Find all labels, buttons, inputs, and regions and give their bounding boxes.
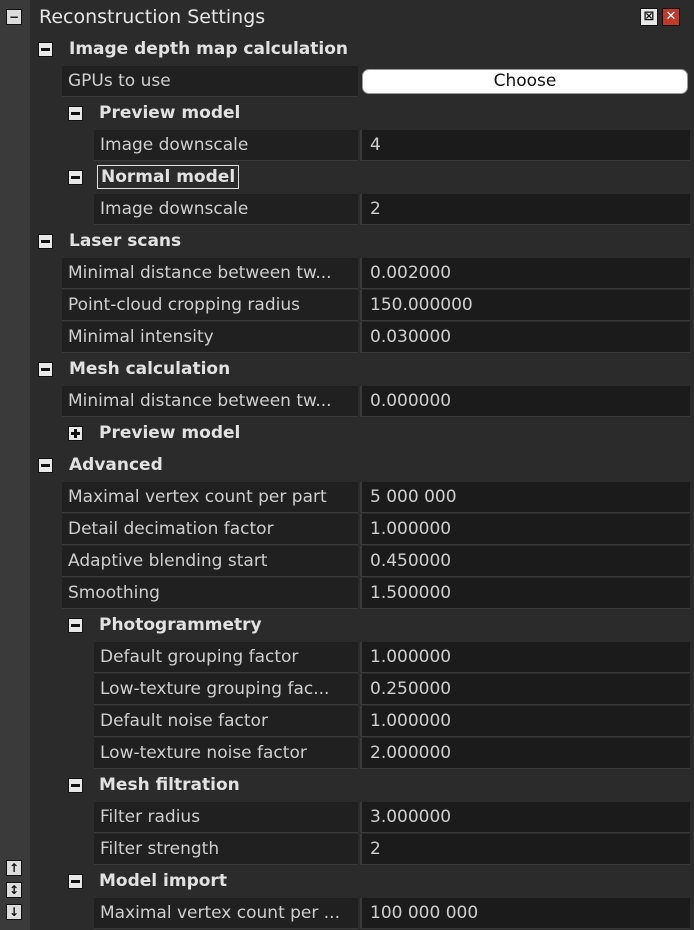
property-row: Smoothing 1.500000 <box>30 578 691 609</box>
property-name: Minimal distance between tw... <box>62 258 358 289</box>
property-value-field[interactable]: 1.000000 <box>360 514 690 545</box>
property-name: Maximal vertex count per part <box>62 482 358 513</box>
property-name: Image downscale <box>94 130 358 161</box>
property-name: Filter radius <box>94 802 358 833</box>
property-value-field[interactable]: 1.000000 <box>360 642 690 673</box>
property-row: Minimal distance between tw... 0.002000 <box>30 258 691 289</box>
group-label[interactable]: Preview model <box>99 103 240 123</box>
group-label[interactable]: Model import <box>99 871 227 891</box>
group-label[interactable]: Mesh filtration <box>99 775 240 795</box>
group-row: Laser scans <box>30 226 691 257</box>
collapse-icon[interactable] <box>38 458 53 473</box>
expand-icon[interactable] <box>68 426 83 441</box>
property-row: Default grouping factor 1.000000 <box>30 642 691 673</box>
dock-top-icon[interactable]: ↑ <box>6 860 22 876</box>
property-row: Filter strength 2 <box>30 834 691 865</box>
property-row: Adaptive blending start 0.450000 <box>30 546 691 577</box>
group-label[interactable]: Advanced <box>69 455 163 475</box>
property-value-field[interactable]: 1.500000 <box>360 578 690 609</box>
property-value-field[interactable]: 3.000000 <box>360 802 690 833</box>
property-name: Smoothing <box>62 578 358 609</box>
property-name: Low-texture noise factor <box>94 738 358 769</box>
property-value-field[interactable]: 2 <box>360 194 690 225</box>
property-row: Minimal distance between tw... 0.000000 <box>30 386 691 417</box>
dock-middle-icon[interactable]: ↕ <box>6 882 22 898</box>
group-label[interactable]: Preview model <box>99 423 240 443</box>
property-value-field[interactable]: 2.000000 <box>360 738 690 769</box>
property-name: Low-texture grouping fac... <box>94 674 358 705</box>
group-label[interactable]: Image depth map calculation <box>69 39 348 59</box>
group-row: Mesh calculation <box>30 354 691 385</box>
property-value-field[interactable]: 4 <box>360 130 690 161</box>
property-name: Image downscale <box>94 194 358 225</box>
property-row: Image downscale 4 <box>30 130 691 161</box>
property-value-field[interactable]: 0.450000 <box>360 546 690 577</box>
property-value-field[interactable]: 2 <box>360 834 690 865</box>
group-label[interactable]: Laser scans <box>69 231 181 251</box>
group-row: Normal model <box>30 162 691 193</box>
property-row: Filter radius 3.000000 <box>30 802 691 833</box>
panel-titlebar: Reconstruction Settings ⊠ ✕ <box>30 0 691 34</box>
property-row: Minimal intensity 0.030000 <box>30 322 691 353</box>
property-row: Low-texture noise factor 2.000000 <box>30 738 691 769</box>
property-name: Adaptive blending start <box>62 546 358 577</box>
collapse-icon[interactable] <box>38 362 53 377</box>
gpu-select-row: GPUs to use Choose <box>30 66 691 97</box>
group-row: Preview model <box>30 98 691 129</box>
choose-gpus-button[interactable]: Choose <box>362 69 688 94</box>
property-row: Detail decimation factor 1.000000 <box>30 514 691 545</box>
property-name: GPUs to use <box>62 66 358 97</box>
property-value-field[interactable]: 100 000 000 <box>360 898 690 929</box>
group-row: Mesh filtration <box>30 770 691 801</box>
property-row: Default noise factor 1.000000 <box>30 706 691 737</box>
property-row: Low-texture grouping fac... 0.250000 <box>30 674 691 705</box>
group-row: Image depth map calculation <box>30 34 691 65</box>
collapse-icon[interactable] <box>38 42 53 57</box>
property-name: Filter strength <box>94 834 358 865</box>
dock-strip: − ↑ ↕ ↓ <box>0 0 31 930</box>
group-row: Model import <box>30 866 691 897</box>
property-name: Default noise factor <box>94 706 358 737</box>
collapse-icon[interactable] <box>68 618 83 633</box>
collapse-panel-icon[interactable]: − <box>6 9 22 25</box>
property-name: Point-cloud cropping radius <box>62 290 358 321</box>
property-row: Point-cloud cropping radius 150.000000 <box>30 290 691 321</box>
property-value-field[interactable]: 0.250000 <box>360 674 690 705</box>
panel-title: Reconstruction Settings <box>39 6 266 28</box>
collapse-icon[interactable] <box>38 234 53 249</box>
property-row: Maximal vertex count per part 5 000 000 <box>30 482 691 513</box>
property-name: Detail decimation factor <box>62 514 358 545</box>
property-name: Maximal vertex count per ... <box>94 898 358 929</box>
group-row: Photogrammetry <box>30 610 691 641</box>
property-value-field[interactable]: 5 000 000 <box>360 482 690 513</box>
group-label[interactable]: Normal model <box>96 165 240 189</box>
restore-float-icon[interactable]: ⊠ <box>640 8 658 26</box>
property-value-field[interactable]: 1.000000 <box>360 706 690 737</box>
collapse-icon[interactable] <box>68 874 83 889</box>
property-name: Minimal distance between tw... <box>62 386 358 417</box>
close-icon[interactable]: ✕ <box>662 8 680 26</box>
collapse-icon[interactable] <box>68 106 83 121</box>
group-row: Preview model <box>30 418 691 449</box>
collapse-icon[interactable] <box>68 778 83 793</box>
property-row: Maximal vertex count per ... 100 000 000 <box>30 898 691 929</box>
dock-bottom-icon[interactable]: ↓ <box>6 904 22 920</box>
property-row: Image downscale 2 <box>30 194 691 225</box>
property-name: Default grouping factor <box>94 642 358 673</box>
property-value-field[interactable]: 0.000000 <box>360 386 690 417</box>
property-name: Minimal intensity <box>62 322 358 353</box>
property-value-field[interactable]: 0.002000 <box>360 258 690 289</box>
property-value-field[interactable]: 0.030000 <box>360 322 690 353</box>
group-label[interactable]: Photogrammetry <box>99 615 262 635</box>
group-label[interactable]: Mesh calculation <box>69 359 230 379</box>
collapse-icon[interactable] <box>68 170 83 185</box>
property-value-field[interactable]: 150.000000 <box>360 290 690 321</box>
reconstruction-settings-panel: Reconstruction Settings ⊠ ✕ Image depth … <box>30 0 691 930</box>
group-row: Advanced <box>30 450 691 481</box>
